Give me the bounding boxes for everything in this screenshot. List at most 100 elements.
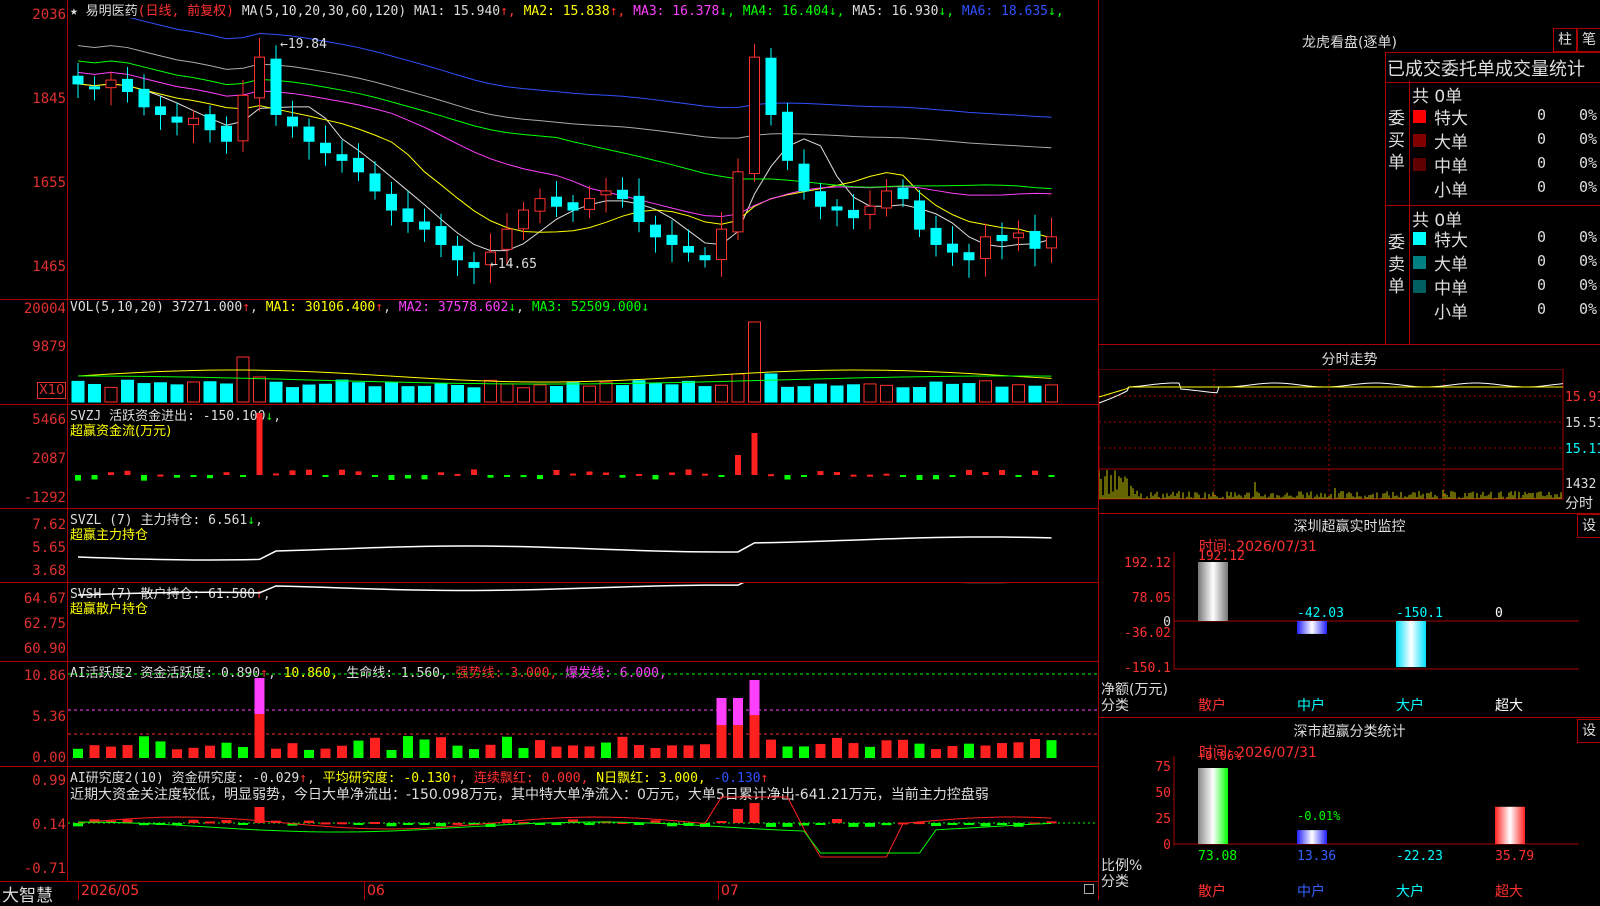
- activity-bar: [139, 736, 149, 758]
- ai1-y-label: 0.00: [32, 750, 66, 766]
- volume-bar: [236, 356, 250, 403]
- flow-bar: [685, 469, 692, 475]
- volume-bar: [847, 384, 860, 403]
- sz-stats-panel[interactable]: 深市超赢分类统计 设 时间: 2026/07/31 比例% 分类 75 50 25 0 散…: [1099, 718, 1600, 900]
- flow-bar: [339, 469, 345, 475]
- main-kline-panel[interactable]: ★ 易明医药(日线, 前复权) MA(5,10,20,30,60,120) MA…: [0, 0, 1098, 300]
- candle: [567, 202, 579, 211]
- volume-panel[interactable]: VOL(5,10,20) 37271.000↑, MA1: 30106.400↑…: [0, 300, 1098, 405]
- kline-chart[interactable]: [68, 18, 1098, 298]
- ma-line-1: [77, 83, 1052, 252]
- intraday-chart[interactable]: [1099, 369, 1564, 513]
- flow-bar: [306, 469, 312, 475]
- candle: [386, 193, 397, 211]
- candle: [320, 142, 331, 154]
- svzj-chart[interactable]: [68, 405, 1098, 508]
- activity-bar: [766, 739, 776, 758]
- volume-chart[interactable]: [68, 314, 1098, 404]
- candle: [782, 111, 793, 161]
- sz-monitor-panel[interactable]: 深圳超赢实时监控 设 时间: 2026/07/31 净额(万元) 分类 192.1…: [1099, 514, 1600, 718]
- sz-monitor-y-label: -150.1: [1124, 661, 1171, 676]
- candle: [287, 116, 298, 127]
- candle: [996, 234, 1008, 242]
- volume-bar: [995, 386, 1009, 403]
- high-price-mark: ←19.84: [280, 37, 327, 52]
- ai2-chart[interactable]: [68, 767, 1098, 881]
- sz-monitor-bar: [1198, 562, 1228, 621]
- sz-monitor-value: 0: [1495, 606, 1503, 621]
- flow-bar: [1048, 475, 1055, 477]
- ai1-y-label: 10.86: [23, 668, 66, 684]
- candle: [353, 157, 364, 173]
- candle: [963, 252, 975, 261]
- activity-bar: [914, 743, 925, 758]
- order-type-label: 小单: [1434, 181, 1468, 201]
- volume-bar: [583, 385, 596, 403]
- intraday-panel[interactable]: 分时走势 15.91 15.51 15.11 1432 分时: [1099, 345, 1600, 514]
- research-bar: [337, 822, 347, 825]
- research-bar: [733, 809, 743, 823]
- column-view-button[interactable]: 柱: [1553, 28, 1577, 52]
- activity-bar: [667, 745, 677, 758]
- ai2-y-label: 0.99: [32, 773, 66, 789]
- flow-bar: [124, 470, 131, 475]
- sz-monitor-value: -150.1: [1396, 606, 1443, 621]
- volume-bar: [896, 387, 910, 403]
- chart-area[interactable]: ★ 易明医药(日线, 前复权) MA(5,10,20,30,60,120) MA…: [0, 0, 1098, 906]
- volume-bar: [302, 384, 316, 403]
- activity-bar: [403, 736, 413, 758]
- lock-icon[interactable]: [1084, 884, 1094, 894]
- candle: [749, 56, 760, 175]
- flow-bar: [471, 469, 477, 475]
- svsh-panel[interactable]: SVSH (7) 散户持仓: 61.580↑, 超赢散户持仓 64.67 62.…: [0, 583, 1098, 662]
- activity-bar: [683, 745, 694, 758]
- candle: [452, 245, 463, 261]
- sz-stats-y-label: 50: [1155, 786, 1171, 801]
- sz-stats-bar: [1297, 830, 1327, 844]
- order-count: 0: [1537, 130, 1547, 148]
- ai1-chart[interactable]: [68, 662, 1098, 766]
- dragon-tiger-panel[interactable]: 龙虎看盘(逐单) 柱 笔 已成交委托单成交量统计 委买单 委卖单 共 0单 共 …: [1099, 0, 1600, 345]
- activity-bar: [535, 740, 545, 758]
- research-bar: [865, 823, 875, 827]
- flow-bar: [768, 474, 774, 477]
- volume-bar: [319, 383, 332, 403]
- order-percent: 0%: [1579, 252, 1598, 270]
- activity-bar: [337, 745, 347, 758]
- flow-bar: [933, 475, 939, 480]
- order-type-label: 大单: [1434, 255, 1468, 275]
- volume-bar: [253, 376, 266, 403]
- candle: [848, 209, 859, 219]
- svsh-y-label: 60.90: [23, 641, 66, 657]
- svsh-chart[interactable]: [68, 583, 1098, 661]
- flow-bar: [355, 471, 362, 475]
- activity-bar: [997, 743, 1007, 758]
- pen-view-button[interactable]: 笔: [1577, 28, 1600, 52]
- svzl-chart[interactable]: [68, 509, 1098, 582]
- ai-activity-panel[interactable]: AI活跃度2 资金活跃度: 0.890↑, 10.860, 生命线: 1.560…: [0, 662, 1098, 767]
- star-icon: ★: [70, 4, 78, 19]
- order-color-swatch: [1413, 304, 1426, 317]
- svzj-y-label: 2087: [32, 451, 66, 467]
- volume-bar: [467, 387, 481, 403]
- flow-bar: [75, 475, 81, 481]
- svzj-panel[interactable]: SVZJ 活跃资金进出: -150.100↓, 超赢资金流(万元) 5466 2…: [0, 405, 1098, 509]
- activity-bar: [782, 746, 793, 758]
- research-bar: [370, 821, 380, 824]
- research-bar: [419, 823, 430, 825]
- research-bar: [221, 820, 232, 823]
- ai-research-panel[interactable]: AI研究度2(10) 资金研究度: -0.029↑, 平均研究度: -0.130…: [0, 767, 1098, 882]
- volume-bar: [500, 383, 514, 403]
- activity-bar: [634, 745, 644, 758]
- flow-bar: [190, 475, 197, 477]
- order-type-label: 中单: [1434, 157, 1468, 177]
- intraday-frame: [1099, 369, 1564, 500]
- order-tabs[interactable]: 已成交委托单成交量统计: [1387, 55, 1585, 81]
- stock-mode: (日线, 前复权): [137, 4, 234, 19]
- candle: [155, 106, 166, 115]
- svzl-panel[interactable]: SVZL (7) 主力持仓: 6.561↓, 超赢主力持仓 7.62 5.65 …: [0, 509, 1098, 583]
- research-bar: [947, 823, 958, 825]
- sz-monitor-value: -42.03: [1297, 606, 1344, 621]
- candle: [303, 126, 315, 142]
- volume-bar: [401, 386, 415, 403]
